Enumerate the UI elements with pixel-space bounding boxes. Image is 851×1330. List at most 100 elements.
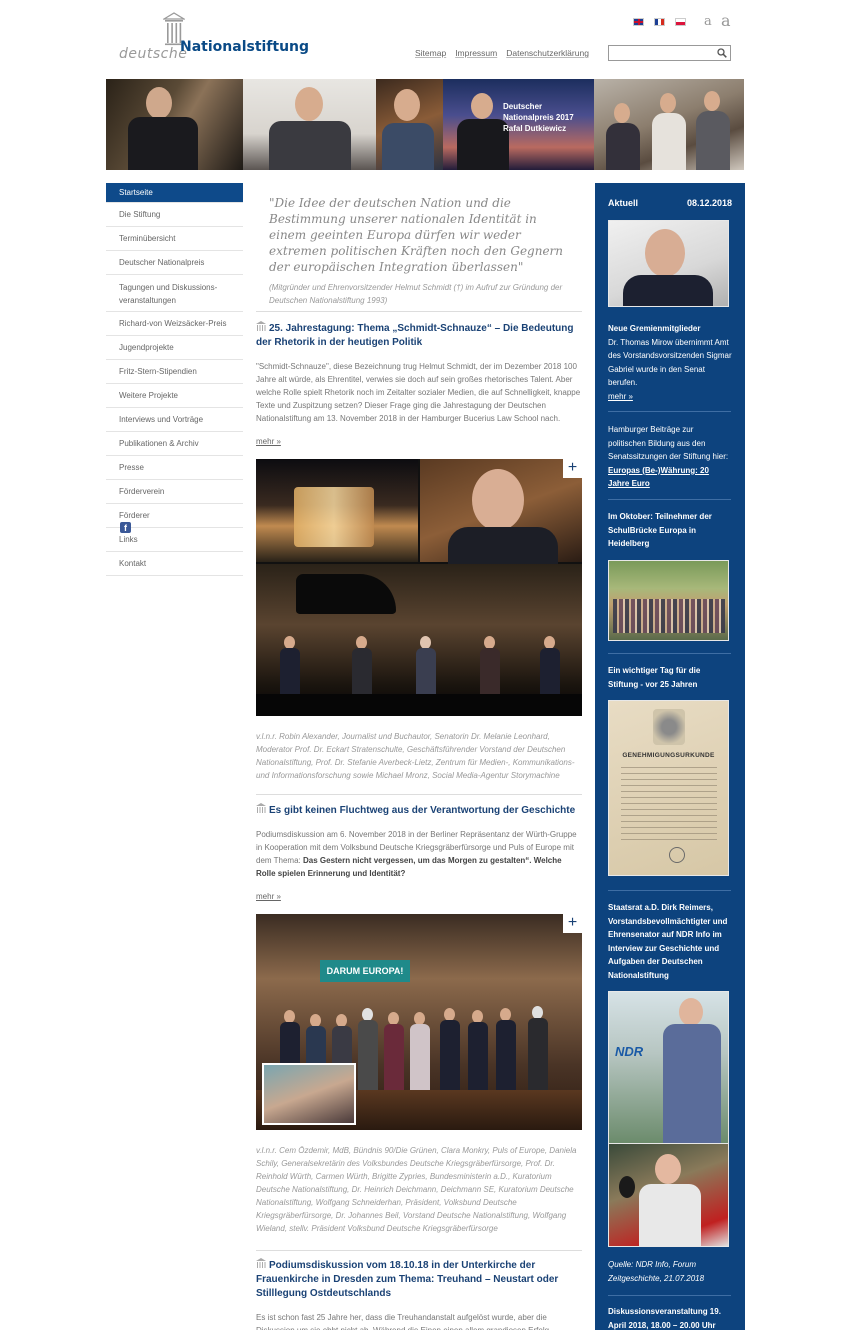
quote-source: (Mitgründer und Ehrenvorsitzender Helmut… (269, 283, 563, 305)
article-3-title[interactable]: Podiumsdiskussion vom 18.10.18 in der Un… (256, 1258, 582, 1301)
article-1-more-link[interactable]: mehr » (256, 437, 281, 446)
darum-europa-banner: DARUM EUROPA! (320, 960, 410, 982)
nav-item-foerderverein[interactable]: Förderverein (106, 480, 243, 504)
nav-item-tagungen[interactable]: Tagungen und Diskussions-veranstaltungen (106, 275, 243, 312)
news-item-2: Hamburger Beiträge zur politischen Bildu… (608, 423, 732, 491)
article-1-title-text: 25. Jahrestagung: Thema „Schmidt-Schnauz… (256, 323, 574, 348)
sidebar-divider (608, 411, 731, 412)
sidebar-divider (608, 1295, 731, 1296)
reimers-ndr-photo[interactable]: NDR (608, 991, 729, 1146)
article-2-more-link[interactable]: mehr » (256, 892, 281, 901)
article-1-title[interactable]: 25. Jahrestagung: Thema „Schmidt-Schnauz… (256, 321, 582, 350)
nav-item-startseite[interactable]: Startseite (106, 183, 243, 203)
banner-caption-line2: Rafal Dutkiewicz (503, 124, 567, 133)
banner-photo-3 (376, 79, 443, 170)
nav-item-weitere-projekte[interactable]: Weitere Projekte (106, 384, 243, 408)
nav-item-terminuebersicht[interactable]: Terminübersicht (106, 227, 243, 251)
facebook-icon[interactable]: f (120, 522, 131, 533)
flag-polish-icon[interactable] (675, 18, 686, 26)
impressum-link[interactable]: Impressum (455, 48, 497, 58)
font-size-small-button[interactable]: a (704, 14, 712, 29)
news-item-1-more-link[interactable]: mehr » (608, 392, 633, 401)
search-icon[interactable] (717, 48, 727, 58)
sidebar-divider (608, 653, 731, 654)
divider (256, 794, 582, 795)
banner-photo-5 (594, 79, 744, 170)
sidebar-divider (608, 890, 731, 891)
article-2-text: Podiumsdiskussion am 6. November 2018 in… (256, 828, 582, 880)
article-3-title-text: Podiumsdiskussion vom 18.10.18 in der Un… (256, 1260, 559, 1299)
sitemap-link[interactable]: Sitemap (415, 48, 446, 58)
expand-gallery-button[interactable]: + (563, 914, 582, 933)
nav-item-interviews[interactable]: Interviews und Vorträge (106, 408, 243, 432)
news-item-4: Ein wichtiger Tag für die Stiftung - vor… (608, 664, 732, 691)
header-banner: Deutscher Nationalpreis 2017 Rafal Dutki… (106, 79, 744, 170)
news-item-5-source: Quelle: NDR Info, Forum Zeitgeschichte, … (608, 1260, 705, 1283)
article-2-title-text: Es gibt keinen Fluchtweg aus der Verantw… (269, 805, 576, 816)
aktuell-title: Aktuell (608, 198, 639, 208)
article-2-text-bold: Das Gestern nicht vergessen, um das Morg… (256, 856, 562, 878)
main-content: "Die Idee der deutschen Nation und die B… (256, 183, 582, 1330)
nav-item-presse[interactable]: Presse (106, 456, 243, 480)
news-item-1: Neue Gremienmitglieder Dr. Thomas Mirow … (608, 322, 732, 403)
aktuell-date: 08.12.2018 (686, 198, 732, 208)
news-item-3-title[interactable]: Im Oktober: Teilnehmer der SchulBrücke E… (608, 512, 712, 548)
sidebar-divider (608, 499, 731, 500)
nav-item-jugendprojekte[interactable]: Jugendprojekte (106, 336, 243, 360)
news-item-1-title: Neue Gremienmitglieder (608, 324, 701, 333)
nav-item-weizsaecker-preis[interactable]: Richard-von Weizsäcker-Preis (106, 312, 243, 336)
nav-item-fritz-stern-stipendien[interactable]: Fritz-Stern-Stipendien (106, 360, 243, 384)
document-title: GENEHMIGUNGSURKUNDE (622, 752, 715, 759)
expand-gallery-button[interactable]: + (563, 459, 582, 478)
pillar-bullet-icon (256, 1258, 266, 1268)
news-item-1-text: Dr. Thomas Mirow übernimmt Amt des Vorst… (608, 337, 732, 388)
schulbruecke-group-photo[interactable] (608, 560, 729, 641)
article-3-text: Es ist schon fast 25 Jahre her, dass die… (256, 1313, 549, 1330)
article-2-title[interactable]: Es gibt keinen Fluchtweg aus der Verantw… (256, 803, 582, 818)
euro-publication-link[interactable]: Europas (Be-)Währung: 20 Jahre Euro (608, 466, 709, 489)
banner-caption-line1: Deutscher Nationalpreis 2017 (503, 102, 574, 122)
search-input[interactable] (609, 46, 714, 60)
nav-item-publikationen[interactable]: Publikationen & Archiv (106, 432, 243, 456)
mirow-portrait[interactable] (608, 220, 729, 307)
search-box (608, 45, 731, 61)
banner-photo-2 (243, 79, 376, 170)
ndr-logo: NDR (615, 1044, 644, 1059)
news-item-6: Diskussionsveranstaltung 19. April 2018,… (608, 1305, 732, 1330)
divider (256, 1250, 582, 1251)
nav-item-deutscher-nationalpreis[interactable]: Deutscher Nationalpreis (106, 251, 243, 275)
news-item-2-text: Hamburger Beiträge zur politischen Bildu… (608, 425, 729, 461)
news-item-5: Staatsrat a.D. Dirk Reimers, Vorstandsbe… (608, 901, 732, 982)
panel-stage-photo (256, 564, 582, 716)
flag-english-icon[interactable] (633, 18, 644, 26)
aktuell-header: Aktuell 08.12.2018 (608, 198, 732, 208)
genehmigungsurkunde-document[interactable]: GENEHMIGUNGSURKUNDE (608, 700, 729, 876)
top-links: Sitemap Impressum Datenschutzerklärung (415, 48, 589, 58)
article-1-text: "Schmidt-Schnauze", diese Bezeichnung tr… (256, 362, 581, 423)
banner-caption: Deutscher Nationalpreis 2017 Rafal Dutki… (503, 101, 594, 134)
banner-photo-1 (106, 79, 243, 170)
reimers-studio-photo[interactable] (608, 1143, 729, 1247)
news-item-5-title[interactable]: Staatsrat a.D. Dirk Reimers, Vorstandsbe… (608, 903, 727, 980)
main-navigation: Startseite Die Stiftung Terminübersicht … (106, 183, 243, 576)
portrait-photo (420, 459, 582, 567)
news-item-4-title[interactable]: Ein wichtiger Tag für die Stiftung - vor… (608, 666, 700, 689)
flag-french-icon[interactable] (654, 18, 665, 26)
news-item-6-title[interactable]: Diskussionsveranstaltung 19. April 2018,… (608, 1307, 721, 1330)
datenschutz-link[interactable]: Datenschutzerklärung (506, 48, 589, 58)
aktuell-sidebar: Aktuell 08.12.2018 Neue Gremienmitgliede… (595, 183, 745, 1330)
language-switcher (633, 18, 686, 26)
inset-photo (262, 1063, 356, 1125)
pillar-bullet-icon (256, 321, 266, 331)
founder-quote: "Die Idee der deutschen Nation und die B… (269, 196, 564, 274)
article-2-group-photo[interactable]: DARUM EUROPA! + (256, 914, 582, 1130)
divider (256, 311, 582, 312)
nav-item-die-stiftung[interactable]: Die Stiftung (106, 203, 243, 227)
article-1-photo-collage[interactable]: + (256, 459, 582, 716)
site-logo[interactable]: deutsche Nationalstiftung (119, 12, 309, 62)
nav-item-kontakt[interactable]: Kontakt (106, 552, 243, 576)
banner-photo-4: Deutscher Nationalpreis 2017 Rafal Dutki… (443, 79, 594, 170)
font-size-large-button[interactable]: a (721, 11, 731, 30)
article-1-caption: v.l.n.r. Robin Alexander, Journalist und… (256, 732, 575, 780)
news-item-3: Im Oktober: Teilnehmer der SchulBrücke E… (608, 510, 732, 551)
